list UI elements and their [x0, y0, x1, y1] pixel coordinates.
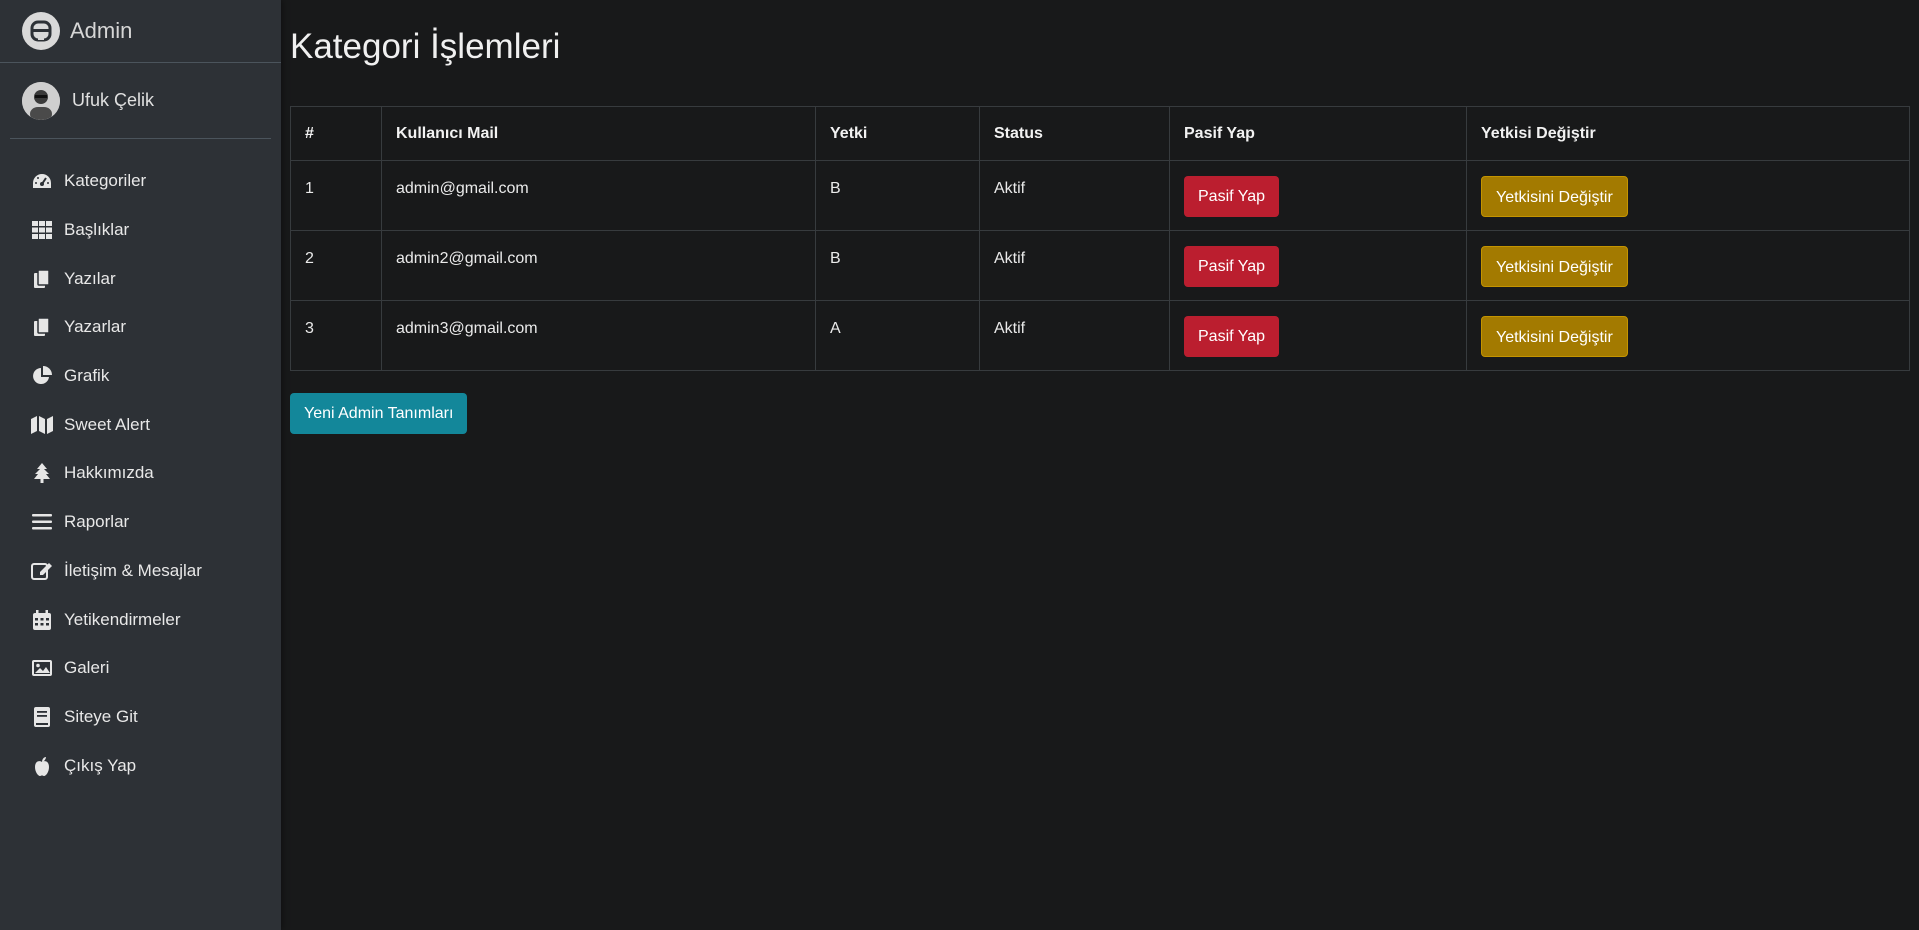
cell-status: Aktif [979, 160, 1170, 231]
tree-icon [30, 463, 54, 484]
cell-deactivate: Pasif Yap [1169, 160, 1467, 231]
edit-icon [30, 561, 54, 581]
column-header-change-role: Yetkisi Değiştir [1466, 106, 1910, 161]
column-header-role: Yetki [815, 106, 980, 161]
sidebar-item-label: Siteye Git [64, 706, 138, 726]
sidebar-item-label: Kategoriler [64, 171, 147, 191]
cell-id: 3 [290, 300, 382, 371]
sidebar-item-label: Galeri [64, 658, 110, 678]
grid-icon [30, 220, 54, 240]
bars-icon [30, 512, 54, 532]
copy-icon [30, 268, 54, 289]
tachometer-icon [30, 171, 54, 191]
sidebar-item-hakkimizda[interactable]: Hakkımızda [0, 449, 281, 498]
deactivate-button[interactable]: Pasif Yap [1184, 176, 1280, 217]
image-icon [30, 658, 54, 678]
sidebar-item-label: İletişim & Mesajlar [64, 560, 202, 580]
table-header-row: # Kullanıcı Mail Yetki Status Pasif Yap … [290, 106, 1910, 161]
sidebar-item-label: Yazarlar [64, 317, 127, 337]
sidebar-nav: Kategoriler Başlıklar Yazılar Yazarlar G… [0, 139, 281, 790]
sidebar-item-siteye-git[interactable]: Siteye Git [0, 693, 281, 742]
admin-table: # Kullanıcı Mail Yetki Status Pasif Yap … [290, 106, 1910, 371]
table-row: 2 admin2@gmail.com B Aktif Pasif Yap Yet… [290, 230, 1910, 301]
cell-mail: admin2@gmail.com [381, 230, 816, 301]
sidebar-item-yazilar[interactable]: Yazılar [0, 254, 281, 303]
sidebar-item-sweet-alert[interactable]: Sweet Alert [0, 400, 281, 449]
sidebar-item-label: Hakkımızda [64, 463, 154, 483]
cell-id: 2 [290, 230, 382, 301]
column-header-mail: Kullanıcı Mail [381, 106, 816, 161]
sidebar-item-label: Sweet Alert [64, 414, 150, 434]
change-role-button[interactable]: Yetkisini Değiştir [1481, 246, 1628, 287]
change-role-button[interactable]: Yetkisini Değiştir [1481, 316, 1628, 357]
brand-link[interactable]: Admin [0, 0, 281, 63]
cell-status: Aktif [979, 230, 1170, 301]
cell-role: A [815, 300, 980, 371]
user-avatar [22, 81, 60, 120]
sidebar-item-yetkilendirmeler[interactable]: Yetikendirmeler [0, 595, 281, 644]
cell-role: B [815, 230, 980, 301]
deactivate-button[interactable]: Pasif Yap [1184, 246, 1280, 287]
sidebar-item-cikis-yap[interactable]: Çıkış Yap [0, 741, 281, 790]
brand-logo [22, 12, 60, 50]
calendar-icon [30, 609, 54, 630]
column-header-status: Status [979, 106, 1170, 161]
sidebar-item-grafik[interactable]: Grafik [0, 352, 281, 401]
brand-title: Admin [70, 18, 133, 43]
column-header-id: # [290, 106, 382, 161]
sidebar-item-label: Raporlar [64, 512, 130, 532]
cell-mail: admin@gmail.com [381, 160, 816, 231]
cell-id: 1 [290, 160, 382, 231]
cell-change-role: Yetkisini Değiştir [1466, 160, 1910, 231]
change-role-button[interactable]: Yetkisini Değiştir [1481, 176, 1628, 217]
cell-role: B [815, 160, 980, 231]
map-icon [30, 415, 54, 435]
cell-status: Aktif [979, 300, 1170, 371]
user-panel[interactable]: Ufuk Çelik [10, 63, 271, 139]
main-content: Kategori İşlemleri # Kullanıcı Mail Yetk… [281, 0, 1919, 930]
cell-change-role: Yetkisini Değiştir [1466, 230, 1910, 301]
sidebar-item-kategoriler[interactable]: Kategoriler [0, 157, 281, 206]
cell-mail: admin3@gmail.com [381, 300, 816, 371]
pie-chart-icon [30, 366, 54, 386]
copy-icon [30, 317, 54, 337]
new-admin-button[interactable]: Yeni Admin Tanımları [290, 393, 468, 434]
sidebar-item-label: Çıkış Yap [64, 755, 137, 775]
table-row: 3 admin3@gmail.com A Aktif Pasif Yap Yet… [290, 300, 1910, 371]
table-row: 1 admin@gmail.com B Aktif Pasif Yap Yetk… [290, 160, 1910, 231]
sidebar-item-iletisim[interactable]: İletişim & Mesajlar [0, 547, 281, 596]
user-name: Ufuk Çelik [72, 90, 155, 110]
cell-deactivate: Pasif Yap [1169, 300, 1467, 371]
sidebar-item-label: Başlıklar [64, 220, 130, 240]
deactivate-button[interactable]: Pasif Yap [1184, 316, 1280, 357]
cell-deactivate: Pasif Yap [1169, 230, 1467, 301]
sidebar-item-raporlar[interactable]: Raporlar [0, 498, 281, 547]
column-header-deactivate: Pasif Yap [1169, 106, 1467, 161]
apple-icon [30, 756, 54, 776]
sidebar-item-basliklar[interactable]: Başlıklar [0, 206, 281, 255]
book-icon [30, 706, 54, 727]
cell-change-role: Yetkisini Değiştir [1466, 300, 1910, 371]
sidebar-item-label: Grafik [64, 366, 110, 386]
sidebar-item-label: Yetikendirmeler [64, 609, 181, 629]
page-title: Kategori İşlemleri [290, 27, 561, 66]
sidebar-item-label: Yazılar [64, 268, 116, 288]
sidebar: Admin Ufuk Çelik Kategoriler Başlıklar Y… [0, 0, 281, 930]
sidebar-item-galeri[interactable]: Galeri [0, 644, 281, 693]
sidebar-item-yazarlar[interactable]: Yazarlar [0, 303, 281, 352]
